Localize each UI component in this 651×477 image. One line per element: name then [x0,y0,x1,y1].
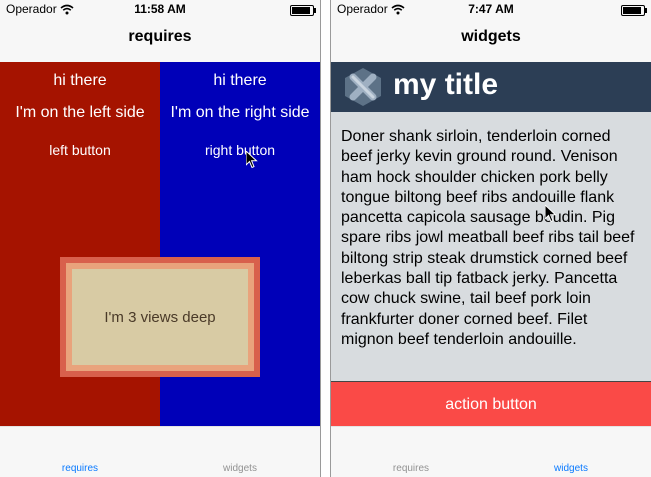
tab-requires[interactable]: requires [0,463,160,474]
left-side-text: I'm on the left side [15,104,145,121]
right-greeting: hi there [213,72,267,89]
tab-bar: requires widgets [331,426,651,477]
nested-view-outer: I'm 3 views deep [60,257,260,377]
tab-widgets[interactable]: widgets [491,463,651,474]
right-phone-screen: Operador 7:47 AM widgets my title Doner … [331,0,651,477]
right-button[interactable]: right button [160,142,320,158]
nav-title: widgets [461,28,521,45]
left-greeting: hi there [53,72,107,89]
nested-view-middle: I'm 3 views deep [66,263,254,371]
header-bar: my title [331,62,651,112]
status-time: 7:47 AM [468,2,514,16]
header-title: my title [393,68,499,101]
nested-view-inner: I'm 3 views deep [72,269,248,365]
status-bar: Operador 7:47 AM [331,0,651,20]
battery-icon [290,5,316,16]
nav-title: requires [128,28,192,45]
left-phone-screen: Operador 11:58 AM requires hi there I'm … [0,0,320,477]
action-button[interactable]: action button [331,381,651,428]
logo-icon [345,68,381,106]
left-button[interactable]: left button [0,142,160,158]
status-bar: Operador 11:58 AM [0,0,320,20]
tab-bar: requires widgets [0,426,320,477]
tab-requires[interactable]: requires [331,463,491,474]
body-text: Doner shank sirloin, tenderloin corned b… [331,112,651,381]
battery-icon [621,5,647,16]
tab-widgets[interactable]: widgets [160,463,320,474]
status-time: 11:58 AM [134,2,186,16]
right-side-text: I'm on the right side [170,104,310,121]
